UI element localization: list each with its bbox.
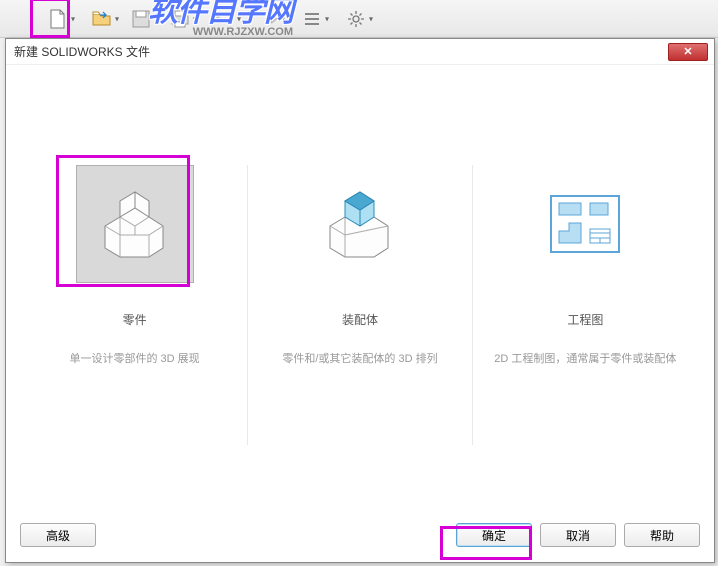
dialog-footer: 高级 确定 取消 帮助 bbox=[6, 508, 714, 562]
close-icon: ✕ bbox=[683, 45, 692, 58]
settings-button[interactable]: ▾ bbox=[336, 5, 376, 33]
option-assembly-icon-frame bbox=[301, 165, 419, 283]
watermark: 软件自学网 WWW.RJZXW.COM bbox=[148, 0, 293, 38]
dropdown-caret-icon: ▾ bbox=[115, 14, 119, 23]
option-part-desc: 单一设计零部件的 3D 展现 bbox=[30, 350, 240, 366]
option-assembly-desc: 零件和/或其它装配体的 3D 排列 bbox=[255, 350, 465, 366]
option-drawing-desc: 2D 工程制图，通常属于零件或装配体 bbox=[480, 350, 690, 366]
watermark-url: WWW.RJZXW.COM bbox=[148, 27, 293, 38]
ok-button[interactable]: 确定 bbox=[456, 523, 532, 547]
dropdown-caret-icon: ▾ bbox=[71, 14, 75, 23]
new-file-button[interactable]: ▾ bbox=[38, 5, 78, 33]
toolbar-padding bbox=[4, 5, 34, 33]
list-button[interactable]: ▾ bbox=[292, 5, 332, 33]
dialog-title: 新建 SOLIDWORKS 文件 bbox=[14, 43, 150, 60]
dialog-titlebar: 新建 SOLIDWORKS 文件 ✕ bbox=[6, 39, 714, 65]
part-icon bbox=[95, 184, 175, 264]
separator bbox=[472, 165, 473, 445]
new-document-dialog: 新建 SOLIDWORKS 文件 ✕ 零件 单一设计零部件的 3D 展现 bbox=[5, 38, 715, 563]
option-drawing-icon-frame bbox=[526, 165, 644, 283]
option-assembly[interactable]: 装配体 零件和/或其它装配体的 3D 排列 bbox=[255, 165, 465, 366]
advanced-button[interactable]: 高级 bbox=[20, 523, 96, 547]
separator bbox=[247, 165, 248, 445]
dialog-body: 零件 单一设计零部件的 3D 展现 装配体 零件和/或其它装配体的 3D 排列 bbox=[6, 65, 714, 508]
option-part-title: 零件 bbox=[30, 311, 240, 328]
cancel-button[interactable]: 取消 bbox=[540, 523, 616, 547]
option-drawing[interactable]: 工程图 2D 工程制图，通常属于零件或装配体 bbox=[480, 165, 690, 366]
drawing-icon bbox=[550, 195, 620, 253]
option-part[interactable]: 零件 单一设计零部件的 3D 展现 bbox=[30, 165, 240, 366]
option-assembly-title: 装配体 bbox=[255, 311, 465, 328]
watermark-text: 软件自学网 bbox=[148, 0, 293, 28]
list-icon bbox=[304, 12, 320, 26]
new-file-icon bbox=[49, 9, 67, 29]
help-button[interactable]: 帮助 bbox=[624, 523, 700, 547]
option-part-icon-frame bbox=[76, 165, 194, 283]
close-button[interactable]: ✕ bbox=[668, 43, 708, 61]
open-file-button[interactable]: ▾ bbox=[82, 5, 122, 33]
app-toolbar: ▾ ▾ ▾ ▾ ▾ bbox=[0, 0, 718, 38]
option-drawing-title: 工程图 bbox=[480, 311, 690, 328]
open-file-icon bbox=[92, 11, 112, 27]
assembly-icon bbox=[320, 184, 400, 264]
gear-icon bbox=[347, 10, 365, 28]
dropdown-caret-icon: ▾ bbox=[369, 14, 373, 23]
dropdown-caret-icon: ▾ bbox=[325, 14, 329, 23]
